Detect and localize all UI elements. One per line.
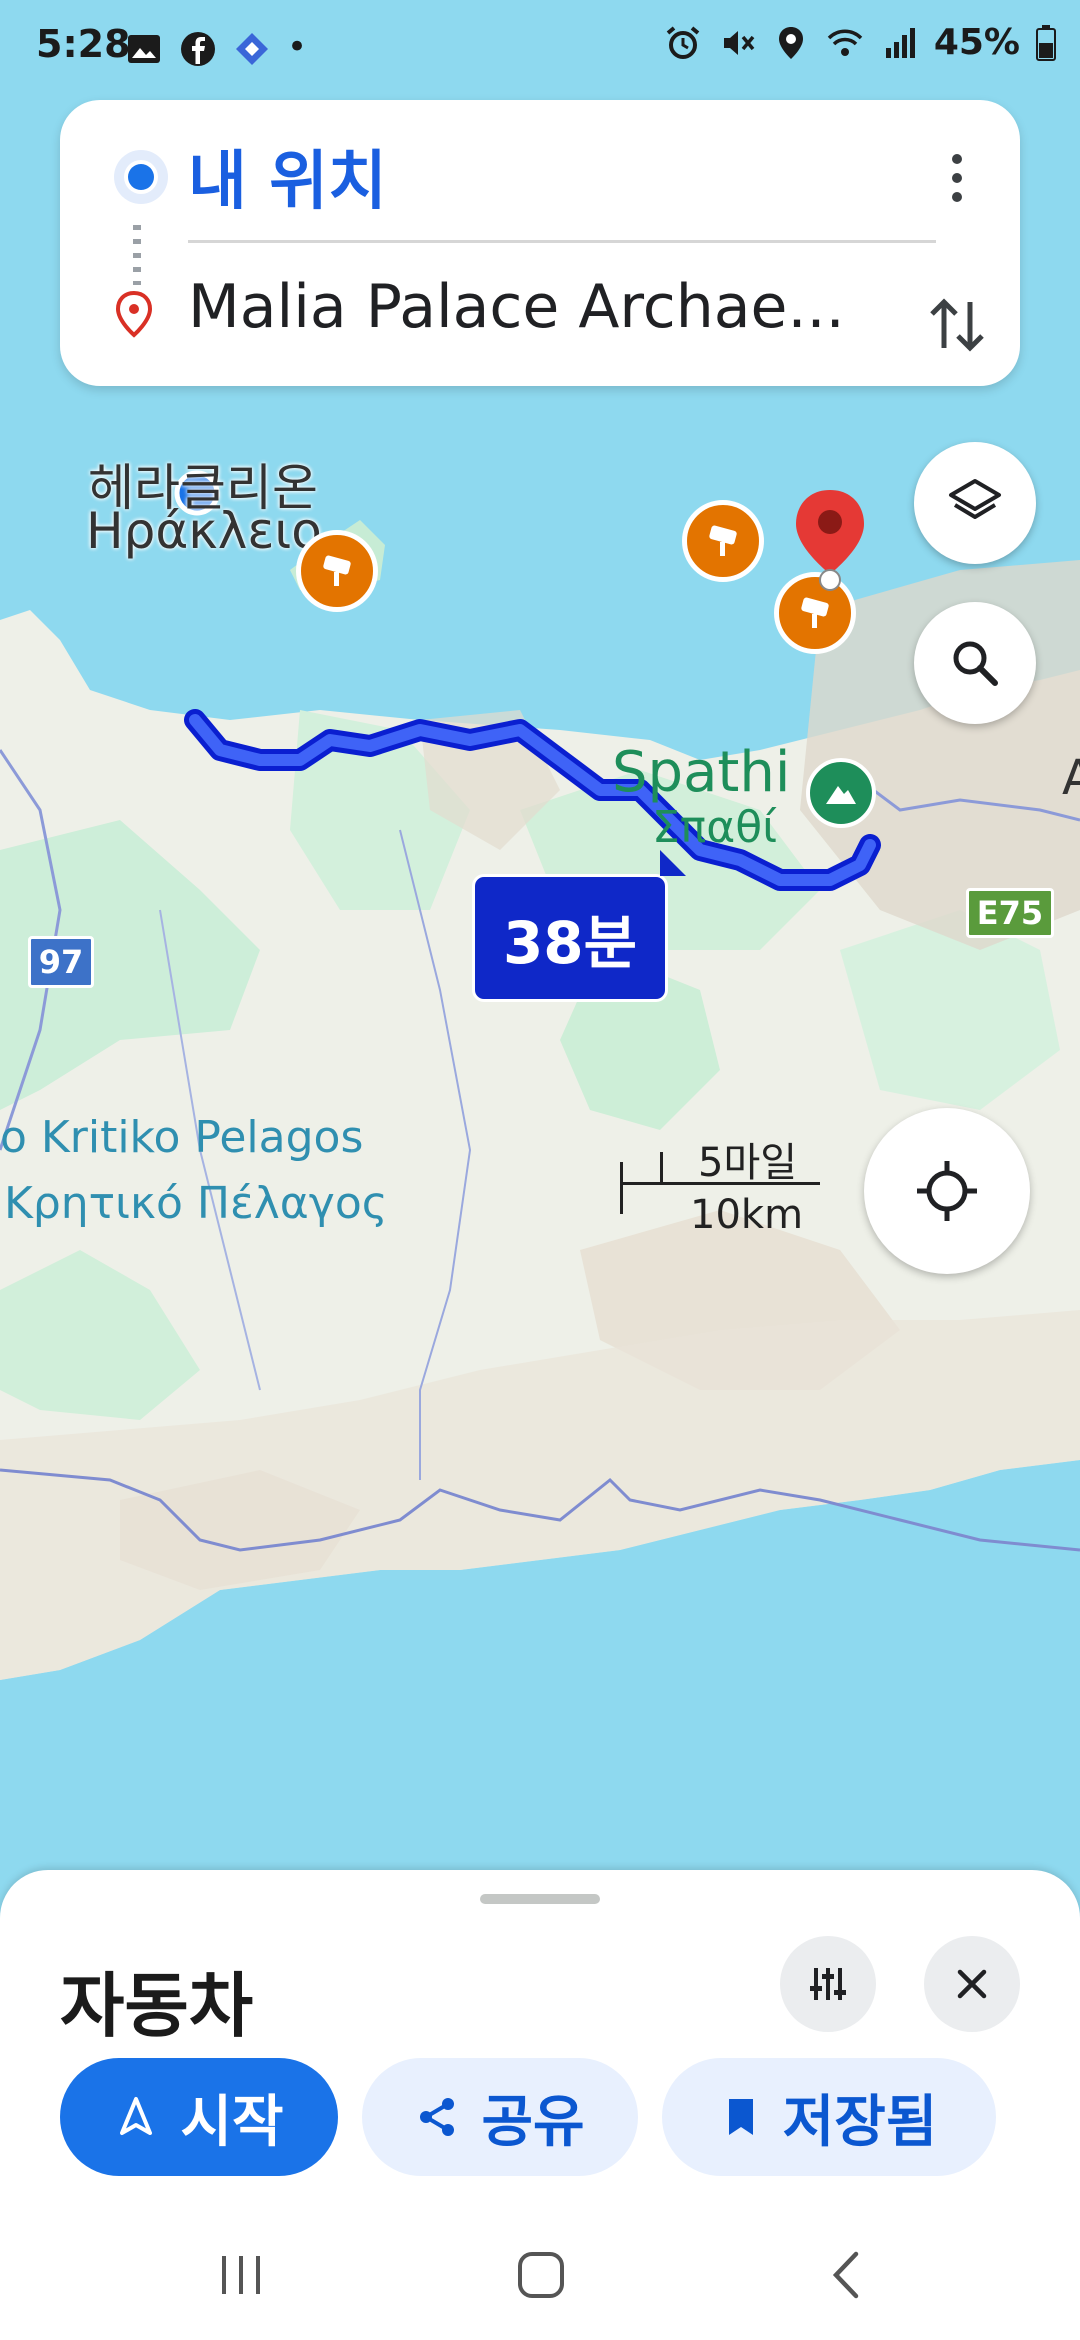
status-bar: 5:28 • 45%: [0, 0, 1080, 100]
more-vert-icon: [952, 154, 962, 164]
location-icon: [778, 26, 803, 59]
saved-button[interactable]: 저장됨: [662, 2058, 996, 2176]
route-card: 내 위치 Malia Palace Archae...: [60, 100, 1020, 386]
bookmark-icon: [728, 2099, 753, 2135]
origin-input[interactable]: 내 위치: [188, 130, 387, 222]
map-label-sea-english: o Kritiko Pelagos: [0, 1112, 364, 1163]
search-button[interactable]: [914, 602, 1036, 724]
battery-icon: [1036, 24, 1056, 61]
scale-tick: [620, 1162, 623, 1214]
swap-icon: [930, 298, 984, 352]
travel-mode-title: 자동차: [60, 1965, 254, 2047]
route-duration-badge[interactable]: 38분: [472, 874, 668, 1002]
home-icon[interactable]: [516, 2250, 566, 2300]
road-shield-97: 97: [28, 936, 94, 988]
layers-button[interactable]: [914, 442, 1036, 564]
map-label-sea-greek: Κρητικό Πέλαγος: [4, 1178, 388, 1229]
facebook-icon: [181, 32, 215, 66]
battery-percent: 45%: [933, 22, 1020, 63]
route-divider: [188, 240, 936, 243]
map-view[interactable]: 헤라클리온 Ηράκλειο Spathi Σπαθί o Kritiko Pe…: [0, 390, 1080, 1870]
speed-camera-icon[interactable]: [296, 530, 378, 612]
more-options-button[interactable]: [922, 140, 992, 216]
gallery-icon: [128, 35, 160, 63]
start-button-label: 시작: [180, 2089, 284, 2155]
start-button[interactable]: 시작: [60, 2058, 338, 2176]
destination-pin-icon[interactable]: [790, 486, 870, 596]
map-label-edge: A: [1062, 750, 1080, 806]
destination-input[interactable]: Malia Palace Archae...: [188, 272, 928, 342]
search-icon: [953, 641, 998, 686]
alarm-icon: [666, 25, 700, 59]
destination-pin-small-icon: [115, 290, 153, 338]
my-location-icon: [917, 1161, 977, 1221]
my-location-button[interactable]: [864, 1108, 1030, 1274]
recent-apps-icon[interactable]: [216, 2250, 266, 2300]
route-options-button[interactable]: [780, 1936, 876, 2032]
scale-bar: [620, 1182, 820, 1185]
share-button-label: 공유: [481, 2089, 585, 2155]
share-icon: [420, 2098, 455, 2136]
route-connector: [133, 225, 141, 285]
scale-label-miles: 5마일: [698, 1140, 798, 1186]
speed-camera-icon[interactable]: [682, 500, 764, 582]
route-duration-pointer: [660, 850, 686, 876]
map-label-mountain-greek: Σπαθί: [652, 802, 778, 853]
sheet-drag-handle[interactable]: [480, 1894, 600, 1904]
status-time: 5:28: [36, 22, 131, 66]
mountain-icon[interactable]: [806, 758, 876, 828]
app-icon: [236, 33, 268, 65]
share-button[interactable]: 공유: [362, 2058, 638, 2176]
origin-marker-icon: [114, 150, 168, 204]
close-icon: [957, 1969, 987, 1999]
map-label-mountain-english: Spathi: [612, 740, 791, 805]
mute-icon: [723, 30, 755, 55]
road-shield-e75: E75: [966, 888, 1054, 938]
layers-icon: [949, 479, 1001, 519]
saved-button-label: 저장됨: [782, 2089, 938, 2155]
status-right-icons: 45%: [664, 22, 1056, 63]
wifi-icon: [827, 29, 863, 56]
scale-label-km: 10km: [690, 1192, 804, 1238]
system-navigation-bar: [0, 2220, 1080, 2340]
close-button[interactable]: [924, 1936, 1020, 2032]
swap-route-button[interactable]: [912, 280, 1002, 370]
map-label-city-greek: Ηράκλειο: [86, 502, 322, 560]
back-icon[interactable]: [826, 2250, 866, 2300]
status-left-icons: •: [125, 30, 307, 68]
scale-tick: [660, 1152, 663, 1184]
signal-icon: [885, 27, 915, 58]
tune-icon: [810, 1968, 846, 2000]
notification-dot-icon: •: [287, 27, 308, 67]
navigation-icon: [120, 2097, 153, 2135]
